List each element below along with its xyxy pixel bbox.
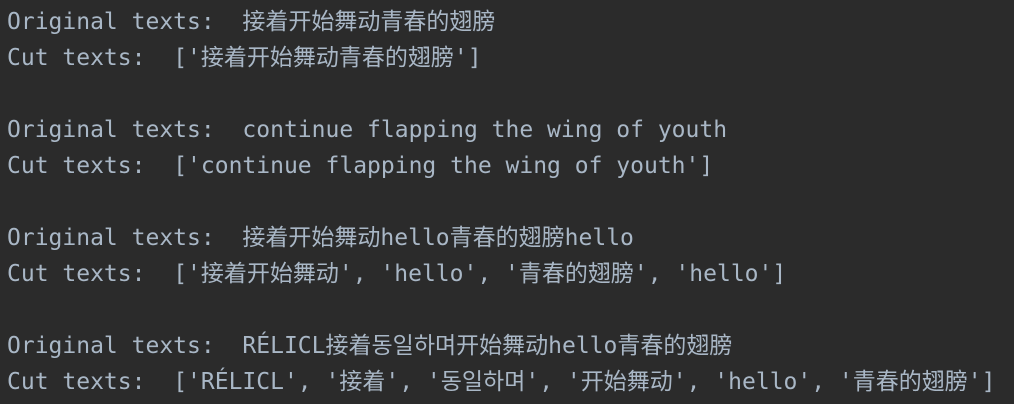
- cut-label: Cut texts:: [7, 369, 146, 395]
- cut-value: ['RÉLICL', '接着', '동일하며', '开始舞动', 'hello'…: [173, 369, 996, 395]
- original-label: Original texts:: [7, 333, 215, 359]
- original-value: continue flapping the wing of youth: [242, 117, 728, 143]
- output-block: Original texts: RÉLICL接着동일하며开始舞动hello青春的…: [7, 328, 1014, 400]
- cut-label: Cut texts:: [7, 153, 146, 179]
- output-block: Original texts: 接着开始舞动hello青春的翅膀hello Cu…: [7, 220, 1014, 292]
- cut-label: Cut texts:: [7, 261, 146, 287]
- original-text-line: Original texts: 接着开始舞动hello青春的翅膀hello: [7, 220, 1014, 256]
- output-block: Original texts: continue flapping the wi…: [7, 112, 1014, 184]
- cut-label: Cut texts:: [7, 45, 146, 71]
- original-value: RÉLICL接着동일하며开始舞动hello青春的翅膀: [242, 333, 733, 359]
- cut-value: ['接着开始舞动青春的翅膀']: [173, 45, 482, 71]
- original-value: 接着开始舞动hello青春的翅膀hello: [242, 225, 634, 251]
- cut-text-line: Cut texts: ['接着开始舞动', 'hello', '青春的翅膀', …: [7, 256, 1014, 292]
- cut-value: ['接着开始舞动', 'hello', '青春的翅膀', 'hello']: [173, 261, 787, 287]
- output-block: Original texts: 接着开始舞动青春的翅膀 Cut texts: […: [7, 4, 1014, 76]
- original-text-line: Original texts: continue flapping the wi…: [7, 112, 1014, 148]
- original-value: 接着开始舞动青春的翅膀: [242, 9, 496, 35]
- cut-text-line: Cut texts: ['接着开始舞动青春的翅膀']: [7, 40, 1014, 76]
- original-label: Original texts:: [7, 225, 215, 251]
- console-output: Original texts: 接着开始舞动青春的翅膀 Cut texts: […: [0, 0, 1014, 404]
- original-text-line: Original texts: 接着开始舞动青春的翅膀: [7, 4, 1014, 40]
- cut-value: ['continue flapping the wing of youth']: [173, 153, 714, 179]
- original-label: Original texts:: [7, 9, 215, 35]
- cut-text-line: Cut texts: ['RÉLICL', '接着', '동일하며', '开始舞…: [7, 364, 1014, 400]
- original-label: Original texts:: [7, 117, 215, 143]
- cut-text-line: Cut texts: ['continue flapping the wing …: [7, 148, 1014, 184]
- original-text-line: Original texts: RÉLICL接着동일하며开始舞动hello青春的…: [7, 328, 1014, 364]
